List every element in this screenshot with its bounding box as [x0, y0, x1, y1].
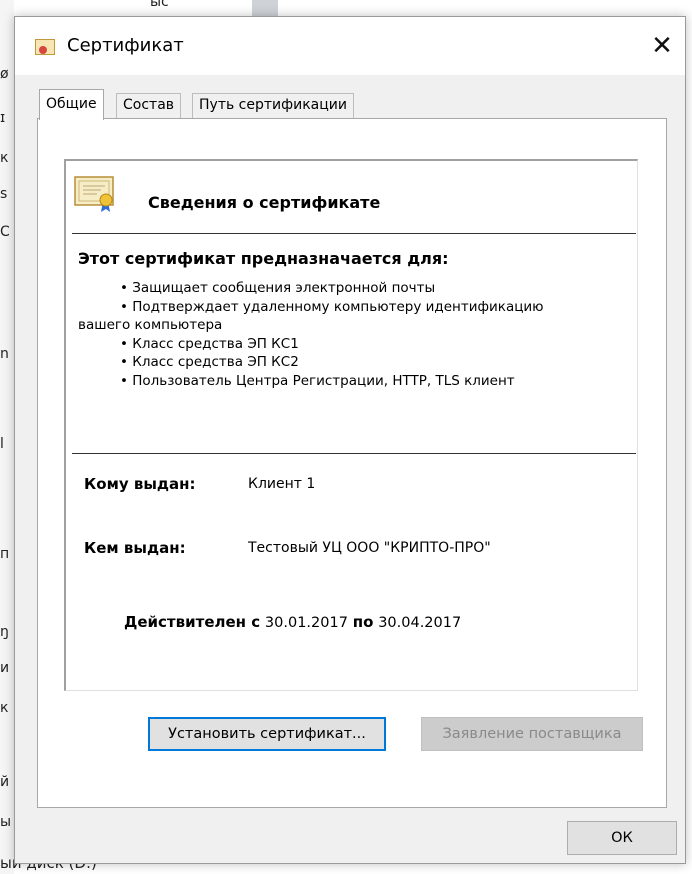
general-tab-panel: Сведения о сертификате Этот сертификат п… — [37, 118, 667, 808]
tab-details[interactable]: Состав — [116, 93, 182, 119]
valid-to-label: по — [352, 613, 374, 631]
background-text: s — [0, 186, 8, 202]
info-heading: Сведения о сертификате — [148, 193, 381, 212]
background-text: l — [0, 436, 4, 452]
background-text: й — [0, 774, 10, 790]
background-text: к — [0, 150, 9, 166]
background-text: ыс — [150, 0, 169, 10]
valid-from-value: 30.01.2017 — [264, 615, 348, 631]
list-item: • Пользователь Центра Регистрации, HTTP,… — [120, 372, 515, 389]
divider — [72, 233, 636, 234]
background-text: и — [0, 660, 10, 676]
issuer-statement-button[interactable]: Заявление поставщика — [421, 717, 643, 751]
issued-to-label: Кому выдан: — [84, 475, 196, 493]
close-icon[interactable]: ✕ — [647, 31, 677, 61]
tab-general[interactable]: Общие — [39, 89, 104, 120]
list-item: • Защищает сообщения электронной почты — [120, 280, 436, 296]
certificate-dialog: Сертификат ✕ Общие Состав Путь сертифика… — [14, 16, 686, 864]
valid-to-value: 30.04.2017 — [378, 615, 462, 631]
background-text: C — [0, 224, 10, 240]
ok-button[interactable]: ОК — [567, 821, 677, 855]
background-text: к — [0, 700, 9, 716]
background-text: ɪ — [0, 110, 6, 126]
issued-to-value: Клиент 1 — [248, 476, 316, 492]
list-item: вашего компьютера — [78, 317, 223, 333]
divider — [72, 453, 636, 454]
issued-by-value: Тестовый УЦ ООО "КРИПТО-ПРО" — [248, 540, 491, 556]
certificate-icon — [35, 39, 55, 55]
background-text: n — [0, 346, 9, 362]
valid-from-label: Действителен с — [124, 613, 261, 631]
purpose-list: • Защищает сообщения электронной почты •… — [78, 279, 634, 390]
list-item: • Класс средства ЭП КС1 — [120, 335, 299, 352]
background-text: п — [0, 546, 10, 562]
dialog-title: Сертификат — [67, 35, 184, 56]
background-text: ы — [0, 814, 12, 830]
issued-by-label: Кем выдан: — [84, 539, 186, 557]
list-item: • Подтверждает удаленному компьютеру иде… — [120, 298, 544, 315]
validity-row: Действителен с 30.01.2017 по 30.04.2017 — [124, 613, 461, 631]
title-bar[interactable]: Сертификат ✕ — [15, 17, 685, 75]
install-certificate-button[interactable]: Установить сертификат... — [148, 717, 386, 751]
certificate-info-frame: Сведения о сертификате Этот сертификат п… — [64, 159, 638, 691]
tab-certification-path[interactable]: Путь сертификации — [192, 93, 354, 119]
background-text: ø — [0, 66, 9, 82]
certificate-icon — [74, 176, 114, 212]
purpose-heading: Этот сертификат предназначается для: — [78, 249, 449, 268]
list-item: • Класс средства ЭП КС2 — [120, 354, 299, 370]
background-text: ŋ — [0, 624, 9, 640]
